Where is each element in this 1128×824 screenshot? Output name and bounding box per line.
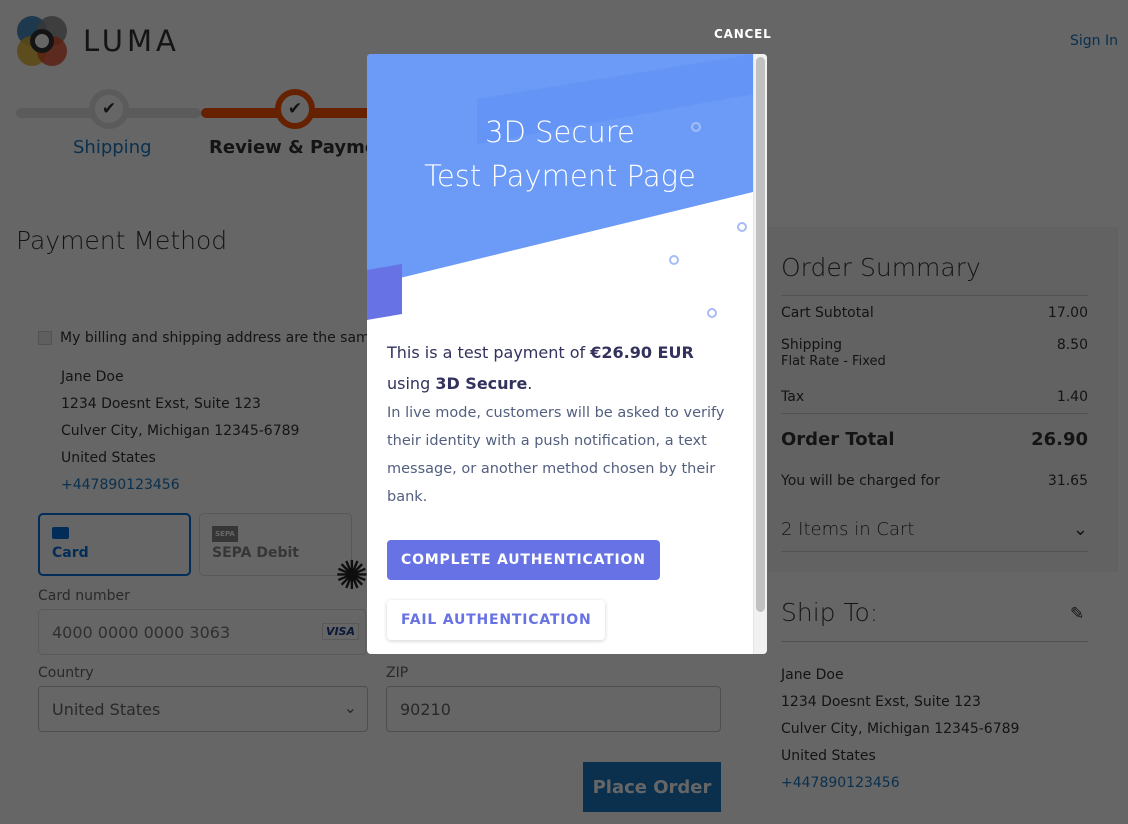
step-review-check-icon: ✔: [275, 89, 315, 129]
card-number-label: Card number: [38, 588, 130, 604]
cancel-button[interactable]: CANCEL: [714, 27, 772, 41]
fail-authentication-button[interactable]: FAIL AUTHENTICATION: [387, 600, 606, 640]
luma-logo[interactable]: [17, 16, 67, 66]
complete-authentication-button[interactable]: COMPLETE AUTHENTICATION: [387, 540, 660, 580]
country-label: Country: [38, 665, 94, 681]
chevron-down-icon: ⌄: [343, 698, 357, 717]
same-address-label: My billing and shipping address are the …: [60, 330, 379, 346]
place-order-button[interactable]: Place Order: [583, 762, 721, 812]
sepa-icon: SEPA: [212, 526, 238, 542]
country-select[interactable]: United States ⌄: [38, 686, 368, 732]
payment-method-title: Payment Method: [16, 226, 228, 255]
card-number-input[interactable]: 4000 0000 0000 3063 VISA: [38, 609, 366, 655]
step-shipping-check-icon: ✔: [89, 89, 129, 129]
card-icon: [52, 527, 69, 539]
scrollbar-thumb[interactable]: [756, 57, 765, 612]
brand-name: LUMA: [83, 24, 180, 58]
items-in-cart-toggle[interactable]: 2 Items in Cart ⌄: [781, 519, 1088, 540]
summary-row-shipping: Shipping Flat Rate - Fixed 8.50: [781, 337, 1088, 369]
summary-row-subtotal: Cart Subtotal 17.00: [781, 305, 1088, 321]
edit-pencil-icon[interactable]: ✎: [1070, 604, 1084, 624]
tab-card[interactable]: Card: [38, 513, 191, 576]
tab-sepa-debit[interactable]: SEPA SEPA Debit: [199, 513, 352, 576]
zip-input[interactable]: 90210: [386, 686, 721, 732]
order-total: Order Total 26.90: [781, 429, 1088, 450]
divider: [781, 641, 1088, 642]
payment-description: In live mode, customers will be asked to…: [387, 405, 725, 505]
chevron-down-icon: ⌄: [1072, 519, 1088, 540]
step-shipping[interactable]: Shipping: [73, 137, 152, 158]
3ds-modal: 3D Secure Test Payment Page This is a tes…: [367, 54, 767, 654]
modal-title: 3D Secure Test Payment Page: [424, 115, 696, 193]
summary-row-tax: Tax 1.40: [781, 389, 1088, 405]
billing-address: Jane Doe 1234 Doesnt Exst, Suite 123 Culve…: [61, 364, 299, 499]
payment-intro: This is a test payment of €26.90 EUR usin…: [387, 343, 694, 393]
zip-label: ZIP: [386, 665, 409, 681]
visa-icon: VISA: [321, 623, 359, 640]
same-address-checkbox[interactable]: [38, 331, 52, 345]
order-summary-title: Order Summary: [781, 253, 981, 282]
sign-in-link[interactable]: Sign In: [1070, 33, 1118, 49]
charged-amount: You will be charged for 31.65: [781, 473, 1088, 489]
billing-phone: +447890123456: [61, 477, 180, 493]
ship-to-address: Jane Doe 1234 Doesnt Exst, Suite 123 Culve…: [781, 667, 1020, 791]
order-summary: Order Summary Cart Subtotal 17.00 Shippin…: [768, 227, 1118, 572]
loading-spinner-icon: ✺: [335, 553, 367, 599]
ship-to-title: Ship To:: [781, 598, 879, 627]
scrollbar[interactable]: [753, 54, 767, 654]
